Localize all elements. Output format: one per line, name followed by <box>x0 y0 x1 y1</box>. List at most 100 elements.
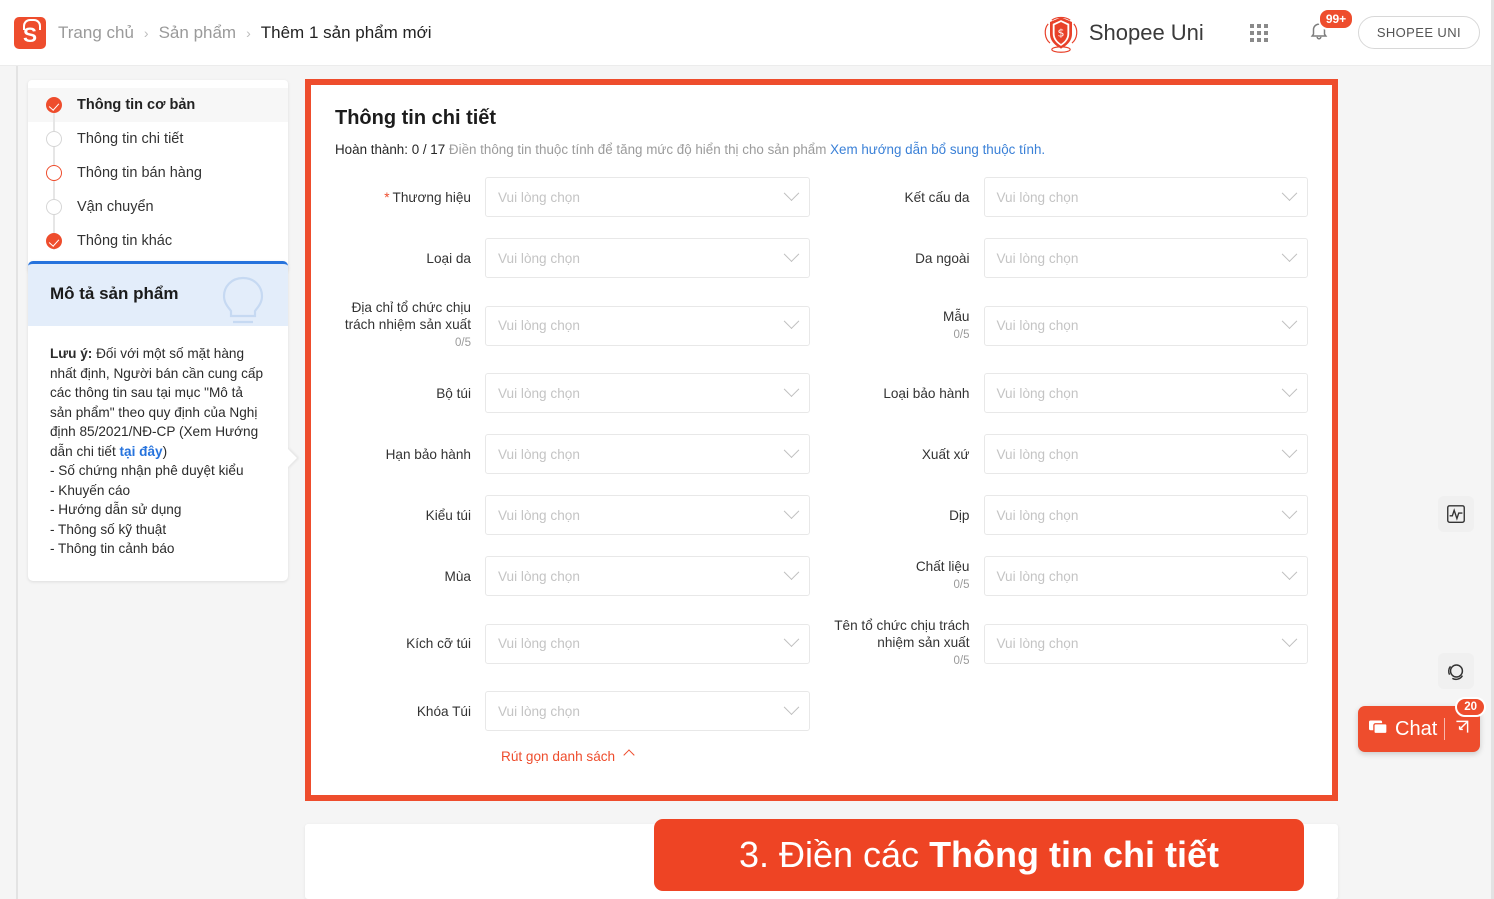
field-thuong-hieu: * Thương hiệu Vui lòng chọn <box>335 177 810 217</box>
select-loai-bao-hanh[interactable]: Vui lòng chọn <box>983 373 1308 413</box>
field-label: Loại bảo hành <box>834 385 984 402</box>
sidebar-item-thong-tin-co-ban[interactable]: Thông tin cơ bản <box>28 88 288 122</box>
sidebar-item-label: Thông tin bán hàng <box>77 165 202 181</box>
select-placeholder: Vui lòng chọn <box>498 250 580 266</box>
select-placeholder: Vui lòng chọn <box>498 446 580 462</box>
lightbulb-icon <box>214 272 272 326</box>
callout-emphasis-text: Thông tin chi tiết <box>929 834 1220 875</box>
breadcrumb-item-current: Thêm 1 sản phẩm mới <box>260 22 432 42</box>
field-label-text: Mùa <box>444 568 471 584</box>
field-kich-co-tui: Kích cỡ túi Vui lòng chọn <box>335 617 810 670</box>
select-chat-lieu[interactable]: Vui lòng chọn <box>983 556 1308 596</box>
breadcrumb-item-products[interactable]: Sản phẩm <box>159 23 237 43</box>
notification-bell-icon[interactable]: 99+ <box>1308 7 1355 47</box>
select-khoa-tui[interactable]: Vui lòng chọn <box>485 691 810 731</box>
chat-button[interactable]: 20 Chat <box>1358 697 1486 752</box>
select-ten-to-chuc[interactable]: Vui lòng chọn <box>983 623 1308 664</box>
attribute-guide-link[interactable]: Xem hướng dẫn bổ sung thuộc tính. <box>830 142 1045 157</box>
step-callout-banner: 3. Điền các Thông tin chi tiết <box>654 819 1304 891</box>
select-placeholder: Vui lòng chọn <box>996 636 1079 651</box>
detail-info-panel: Thông tin chi tiết Hoàn thành: 0 / 17 Đi… <box>311 85 1332 795</box>
tip-note-text-after: ) <box>162 443 168 459</box>
sidebar-item-label: Thông tin chi tiết <box>77 131 184 147</box>
select-placeholder: Vui lòng chọn <box>498 703 580 719</box>
step-status-empty-icon <box>46 199 62 215</box>
select-placeholder: Vui lòng chọn <box>498 189 580 205</box>
select-dia-chi-to-chuc[interactable]: Vui lòng chọn <box>485 305 810 346</box>
select-loai-da[interactable]: Vui lòng chọn <box>485 238 810 278</box>
select-da-ngoai[interactable]: Vui lòng chọn <box>983 238 1308 278</box>
select-placeholder: Vui lòng chọn <box>498 568 580 584</box>
field-loai-bao-hanh: Loại bảo hành Vui lòng chọn <box>834 373 1308 413</box>
collapse-list-button[interactable]: Rút gọn danh sách <box>501 749 635 764</box>
field-label: Dịp <box>834 507 984 524</box>
select-placeholder: Vui lòng chọn <box>498 318 580 333</box>
top-header: S Trang chủ › Sản phẩm › Thêm 1 sản phẩm… <box>0 0 1494 66</box>
chat-label: Chat <box>1395 717 1438 740</box>
notification-badge: 99+ <box>1317 7 1355 30</box>
select-placeholder: Vui lòng chọn <box>996 385 1079 401</box>
sidebar-item-thong-tin-khac[interactable]: Thông tin khác <box>28 224 288 258</box>
field-label: Da ngoài <box>834 250 984 267</box>
field-chat-lieu: Chất liệu 0/5 Vui lòng chọn <box>834 556 1308 596</box>
apps-grid-icon[interactable] <box>1249 23 1268 42</box>
select-placeholder: Vui lòng chọn <box>996 446 1079 462</box>
page-root: S Trang chủ › Sản phẩm › Thêm 1 sản phẩm… <box>0 0 1494 899</box>
step-status-done-icon <box>46 233 62 249</box>
select-kich-co-tui[interactable]: Vui lòng chọn <box>485 623 810 664</box>
select-han-bao-hanh[interactable]: Vui lòng chọn <box>485 434 810 474</box>
select-dip[interactable]: Vui lòng chọn <box>983 495 1308 535</box>
field-label: Kích cỡ túi <box>335 635 485 652</box>
select-placeholder: Vui lòng chọn <box>996 318 1079 333</box>
sidebar-item-thong-tin-chi-tiet[interactable]: Thông tin chi tiết <box>28 122 288 156</box>
chevron-down-icon <box>1281 502 1298 519</box>
chevron-down-icon <box>783 184 799 201</box>
chevron-down-icon <box>1281 631 1298 648</box>
field-label: Bộ túi <box>335 385 485 402</box>
field-xuat-xu: Xuất xứ Vui lòng chọn <box>834 434 1308 474</box>
select-mau[interactable]: Vui lòng chọn <box>983 305 1308 346</box>
select-xuat-xu[interactable]: Vui lòng chọn <box>983 434 1308 474</box>
chevron-down-icon <box>1281 313 1298 330</box>
field-label-text: Thương hiệu <box>392 189 471 205</box>
field-ten-to-chuc: Tên tổ chức chịu trách nhiệm sản xuất 0/… <box>834 617 1308 670</box>
sidebar-item-thong-tin-ban-hang[interactable]: Thông tin bán hàng <box>28 156 288 190</box>
field-label: Khóa Túi <box>335 703 485 720</box>
field-ket-cau-da: Kết cấu da Vui lòng chọn <box>834 177 1308 217</box>
select-placeholder: Vui lòng chọn <box>498 385 580 401</box>
field-label-text: Kết cấu da <box>904 189 970 205</box>
chevron-down-icon <box>783 245 799 262</box>
field-mua: Mùa Vui lòng chọn <box>335 556 810 596</box>
field-label: Mùa <box>335 568 485 585</box>
select-thuong-hieu[interactable]: Vui lòng chọn <box>485 177 810 217</box>
account-pill-button[interactable]: SHOPEE UNI <box>1357 16 1480 49</box>
select-mua[interactable]: Vui lòng chọn <box>485 556 810 596</box>
field-kieu-tui: Kiểu túi Vui lòng chọn <box>335 495 810 535</box>
chevron-down-icon <box>783 441 799 458</box>
sidebar-item-label: Vận chuyển <box>77 199 154 215</box>
breadcrumb: Trang chủ › Sản phẩm › Thêm 1 sản phẩm m… <box>58 23 432 43</box>
field-khoa-tui: Khóa Túi Vui lòng chọn <box>335 691 810 731</box>
shopee-bag-icon[interactable]: S <box>14 16 46 49</box>
shopee-uni-shield-icon: $ <box>1039 11 1083 55</box>
select-bo-tui[interactable]: Vui lòng chọn <box>485 373 810 413</box>
select-ket-cau-da[interactable]: Vui lòng chọn <box>983 177 1308 217</box>
sidebar-item-van-chuyen[interactable]: Vận chuyển <box>28 190 288 224</box>
chat-divider <box>1444 718 1445 740</box>
field-label-text: Loại bảo hành <box>883 385 970 401</box>
header-actions: $ Shopee Uni 99+ SHOPEE UNI <box>1039 7 1494 55</box>
activity-chart-icon[interactable] <box>1438 496 1474 532</box>
tip-note-link[interactable]: tại đây <box>120 444 163 459</box>
field-mau: Mẫu 0/5 Vui lòng chọn <box>834 299 1308 352</box>
expand-arrow-icon[interactable] <box>1454 719 1470 740</box>
field-loai-da: Loại da Vui lòng chọn <box>335 238 810 278</box>
loading-circle-icon[interactable] <box>1438 653 1474 689</box>
left-sidebar: Thông tin cơ bản Thông tin chi tiết Thôn… <box>18 66 308 899</box>
field-bo-tui: Bộ túi Vui lòng chọn <box>335 373 810 413</box>
field-label: Xuất xứ <box>834 446 984 463</box>
field-label: Hạn bảo hành <box>335 446 485 463</box>
breadcrumb-item-home[interactable]: Trang chủ <box>58 23 134 43</box>
field-char-count: 0/5 <box>953 579 970 591</box>
select-kieu-tui[interactable]: Vui lòng chọn <box>485 495 810 535</box>
product-description-tip-card: Mô tả sản phẩm Lưu ý: Đối với một số mặt… <box>28 261 297 581</box>
